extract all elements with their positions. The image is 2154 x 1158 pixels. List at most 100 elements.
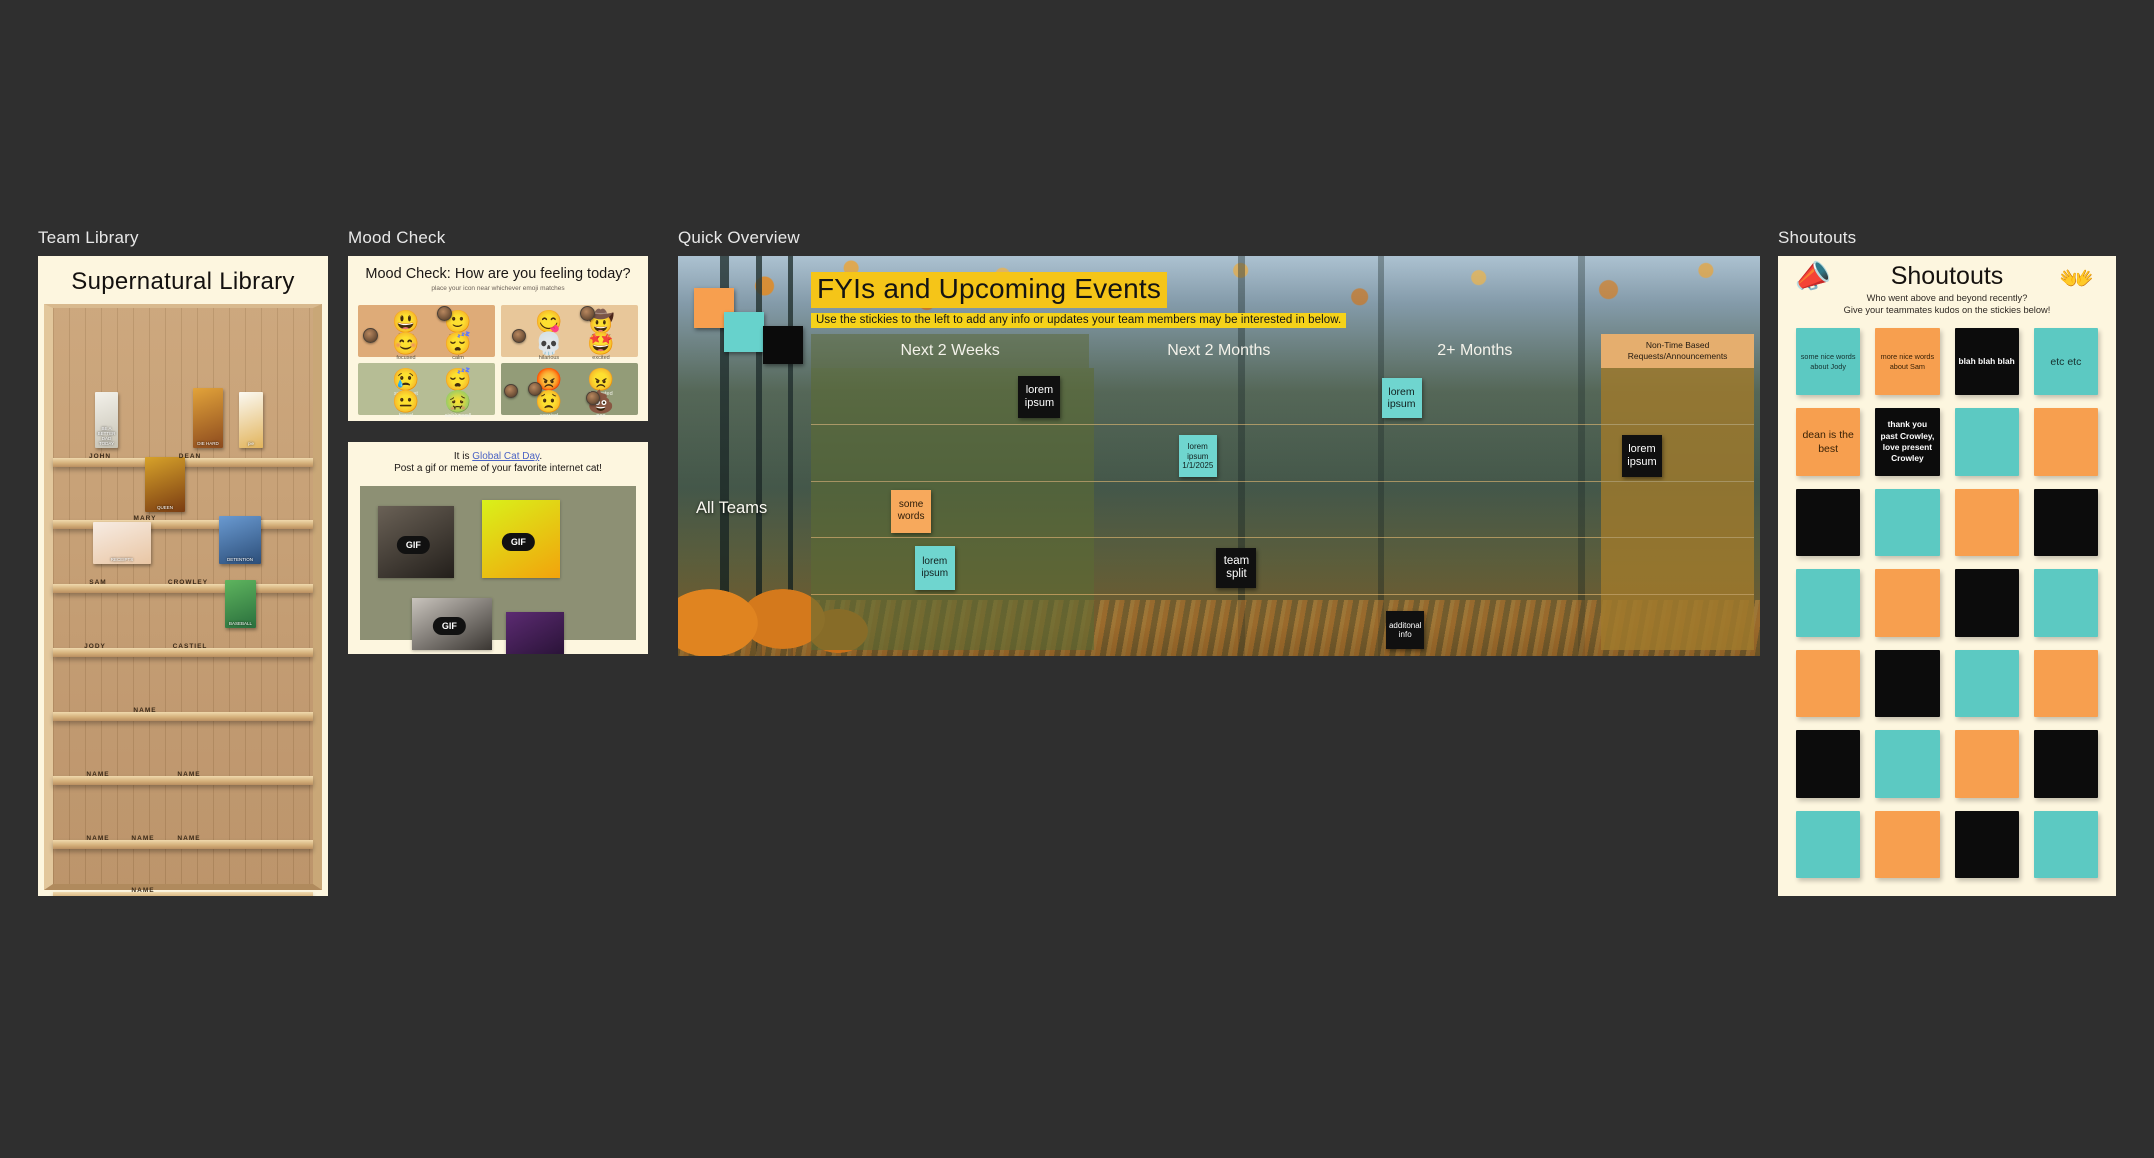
board-sticky-note[interactable]: lorem ipsum (914, 545, 955, 590)
mood-option-label: sick/unwell (444, 413, 472, 420)
cell-non-time-based[interactable] (1601, 594, 1754, 650)
shelf-nameplate[interactable]: NAME (131, 887, 154, 894)
shoutouts-sticky-grid[interactable]: some nice words about Jody more nice word… (1796, 328, 2098, 878)
user-avatar-token[interactable] (503, 383, 518, 398)
board-row: lorem ipsum team split (811, 537, 1754, 594)
shoutout-note-filled[interactable]: thank you past Crowley, love present Cro… (1875, 408, 1940, 476)
board-sticky-note[interactable]: additonal info (1386, 611, 1425, 650)
mood-option-excited[interactable]: 🤩 excited (570, 332, 633, 362)
book-cover[interactable]: BE A BETTER DAD TODAY (95, 392, 118, 448)
shoutout-note-empty[interactable] (2033, 408, 2098, 476)
mood-option-calm[interactable]: 😴 calm (427, 332, 490, 362)
shoutout-note-empty[interactable] (2033, 569, 2098, 637)
shelf-nameplate[interactable]: MARY (134, 515, 157, 522)
shelf-nameplate[interactable]: JOHN (89, 453, 111, 460)
board-sticky-note[interactable]: some words (891, 489, 932, 533)
shoutout-note-filled[interactable]: dean is the best (1796, 408, 1861, 476)
laser-eyes-cat-gif[interactable]: GIF (482, 500, 560, 578)
team-library-panel[interactable]: Supernatural Library BE A BETTER DAD TOD… (38, 256, 328, 896)
shoutout-note-empty[interactable] (1954, 730, 2019, 798)
cell-non-time-based[interactable] (1601, 481, 1754, 538)
column-header-1: Next 2 Weeks (811, 334, 1090, 368)
mood-quadrant-q1[interactable]: 😃 happy 🙂 content 😊 focused 😴 calm (358, 305, 495, 361)
shelf-nameplate[interactable]: NAME (177, 835, 200, 842)
book-cover[interactable]: RECEIPTS (93, 522, 151, 564)
shelf-nameplate[interactable]: NAME (133, 707, 156, 714)
mood-option-poo[interactable]: 💩 poo (570, 390, 633, 420)
board-sticky-note[interactable]: lorem ipsum (1381, 378, 1422, 419)
shoutout-note-filled[interactable]: more nice words about Sam (1875, 328, 1940, 396)
mood-check-panel[interactable]: Mood Check: How are you feeling today? p… (348, 256, 648, 421)
shoutout-note-empty[interactable] (2033, 649, 2098, 718)
app-canvas: Team Library Mood Check Quick Overview I… (0, 0, 2154, 1158)
icebreaker-panel[interactable]: It is Global Cat Day. Post a gif or meme… (348, 442, 648, 654)
board-sticky-note[interactable]: team split (1216, 548, 1257, 589)
mood-quadrant-q2[interactable]: 😋 silly 🤠 cowboy 💀 hilarious 🤩 excited (501, 305, 638, 361)
shoutout-note-empty[interactable] (2033, 810, 2098, 878)
book-cover[interactable]: DETENTION (219, 516, 261, 564)
shoutout-note-empty[interactable] (2033, 488, 2098, 557)
shelf-nameplate[interactable]: CROWLEY (168, 579, 208, 586)
shelf-nameplate[interactable]: SAM (89, 579, 106, 586)
mood-quadrant-q4[interactable]: 😡 angry 😠 frustrated 😟 worried 💩 poo (501, 363, 638, 419)
cell-non-time-based[interactable] (1601, 368, 1754, 425)
cell-next-2-weeks[interactable] (811, 481, 1094, 538)
board-row: some words (811, 480, 1754, 538)
shelf-nameplate[interactable]: JODY (84, 643, 106, 650)
cell-next-2-weeks[interactable] (811, 594, 1094, 650)
shoutout-note-filled[interactable]: some nice words about Jody (1796, 328, 1861, 396)
book-title: BASEBALL (228, 621, 252, 626)
shoutout-note-empty[interactable] (1875, 649, 1940, 718)
book-cover[interactable]: BASEBALL (225, 580, 256, 628)
shoutout-note-empty[interactable] (1954, 408, 2019, 476)
cell-next-2-weeks[interactable] (811, 425, 1094, 481)
shoutout-note-empty[interactable] (1796, 488, 1861, 557)
mood-option-sick-unwell[interactable]: 🤢 sick/unwell (427, 390, 490, 420)
shelf-nameplate[interactable]: NAME (86, 835, 109, 842)
shoutout-note-empty[interactable] (1796, 730, 1861, 798)
shoutout-note-empty[interactable] (1796, 649, 1861, 718)
icebreaker-canvas[interactable]: GIF GIF GIF (360, 486, 636, 654)
shoutout-note-empty[interactable] (1875, 730, 1940, 798)
loose-sticky-black[interactable] (763, 326, 803, 364)
shoutout-note-empty[interactable] (1875, 810, 1940, 878)
loose-sticky-teal[interactable] (724, 312, 764, 352)
shelf-nameplate[interactable]: NAME (131, 835, 154, 842)
shoutout-note-empty[interactable] (1954, 649, 2019, 718)
cell-non-time-based[interactable] (1601, 538, 1754, 594)
shoutout-note-empty[interactable] (2033, 730, 2098, 798)
shoutout-note-empty[interactable] (1796, 569, 1861, 637)
shoutout-note-empty[interactable] (1796, 810, 1861, 878)
icebreaker-header: It is Global Cat Day. Post a gif or meme… (348, 442, 648, 474)
book-cover[interactable]: pie (239, 392, 263, 448)
global-cat-day-link[interactable]: Global Cat Day (472, 451, 539, 462)
quick-overview-board[interactable]: FYIs and Upcoming Events Use the stickie… (678, 256, 1760, 656)
board-sticky-note[interactable]: lorem ipsum (1621, 435, 1662, 478)
shoutout-note-empty[interactable] (1954, 569, 2019, 637)
space-cat-burger-meme[interactable] (506, 612, 564, 654)
icebreaker-prefix: It is (453, 451, 473, 462)
shelf-nameplate[interactable]: NAME (86, 771, 109, 778)
shoutout-note-empty[interactable] (1954, 488, 2019, 557)
shoutout-note-filled[interactable]: etc etc (2033, 328, 2098, 396)
shoutout-note-empty[interactable] (1875, 569, 1940, 637)
shoutout-note-empty[interactable] (1875, 488, 1940, 557)
book-cover[interactable]: DIE HARD (193, 388, 223, 448)
white-cat-gif[interactable]: GIF (412, 598, 492, 650)
user-avatar-token[interactable] (585, 391, 600, 406)
shoutouts-header: 📣 👐 Shoutouts Who went above and beyond … (1778, 256, 2116, 324)
board-sticky-note[interactable]: lorem ipsum 1/1/2025 (1178, 435, 1217, 478)
user-avatar-token[interactable] (511, 328, 526, 343)
shelf-nameplate[interactable]: DEAN (179, 453, 201, 460)
shelf-nameplate[interactable]: NAME (177, 771, 200, 778)
shoutout-note-empty[interactable] (1954, 810, 2019, 878)
board-sticky-note[interactable]: lorem ipsum (1018, 375, 1061, 418)
board-row: lorem ipsum lorem ipsum (811, 368, 1754, 425)
black-cat-gif[interactable]: GIF (378, 506, 454, 578)
shelf-nameplate[interactable]: CASTIEL (173, 643, 208, 650)
shoutouts-subline-2: Give your teammates kudos on the stickie… (1843, 305, 2051, 315)
book-cover[interactable]: QUEEN (145, 457, 185, 512)
shoutouts-panel[interactable]: 📣 👐 Shoutouts Who went above and beyond … (1778, 256, 2116, 896)
shoutout-note-filled[interactable]: blah blah blah (1954, 328, 2019, 396)
mood-quadrant-q3[interactable]: 😢 sad/upset 😴 tired 😐 bored 🤢 sick/unwell (358, 363, 495, 419)
